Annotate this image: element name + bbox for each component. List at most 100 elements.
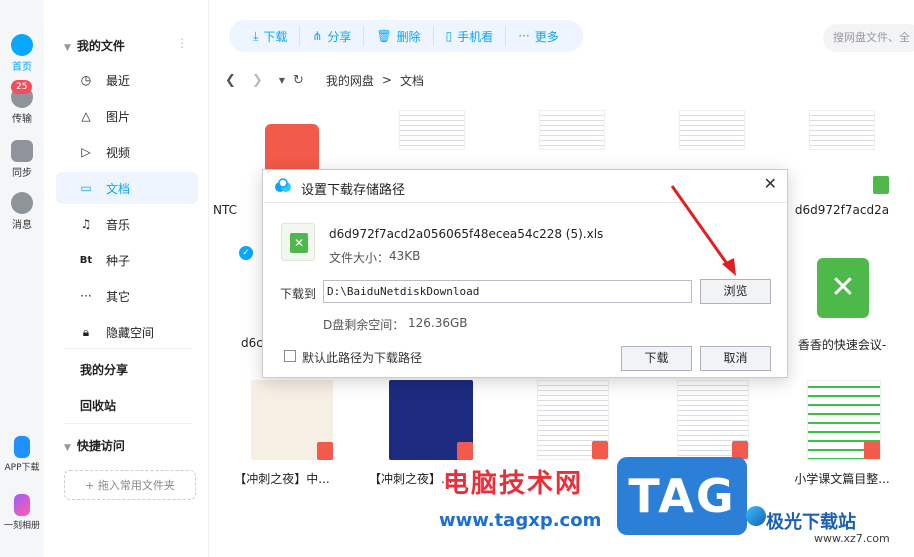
divider [64, 423, 192, 424]
breadcrumb-bar: ❮ ❯ ▼ ↻ 我的网盘 > 文档 [225, 68, 424, 92]
sidebar-item-hidden-space[interactable]: 🔒︎ 隐藏空间 [56, 316, 198, 348]
file-tile[interactable] [377, 110, 487, 160]
delete-button[interactable]: 🗑︎ 删除 [364, 26, 434, 46]
sidebar-item-other[interactable]: ··· 其它 [56, 280, 198, 312]
file-tile[interactable] [657, 110, 767, 160]
sidebar: ▼ 我的文件 ⋮ ◷ 最近 △ 图片 ▷ 视频 ▭ 文档 ♫ 音乐 Bt 种子 ··· 其它 🔒… [44, 0, 209, 557]
my-share-link[interactable]: 我的分享 [80, 361, 128, 378]
xls-file-icon: ✕ [281, 223, 315, 261]
file-tile[interactable] [517, 110, 627, 160]
divider [64, 348, 192, 349]
sidebar-item-label: 最近 [106, 73, 131, 88]
rail-item-app-download[interactable]: APP下载 [0, 436, 44, 473]
file-thumbnail [679, 110, 745, 150]
recycle-bin-link[interactable]: 回收站 [80, 397, 116, 414]
quick-access-label: 快捷访问 [76, 439, 125, 453]
cancel-button[interactable]: 取消 [700, 346, 771, 371]
quick-access-header[interactable]: ▼ 快捷访问 [64, 437, 125, 454]
baidu-netdisk-logo-icon [273, 178, 293, 197]
phone-view-button[interactable]: ▯ 手机看 [434, 26, 507, 46]
watermark-jiguang: 极光下载站 [766, 512, 856, 533]
more-label: 更多 [534, 29, 559, 44]
watermark-tag-logo: TAG [617, 457, 747, 535]
default-path-checkbox[interactable] [284, 350, 296, 362]
watermark-title: 电脑技术网 [443, 469, 584, 499]
toolbar: ⤓ 下载 ⋔ 分享 🗑︎ 删除 ▯ 手机看 ··· 更多 [229, 20, 583, 52]
rail-item-album[interactable]: 一刻相册 [0, 494, 44, 531]
pdf-badge-icon [864, 441, 880, 459]
download-path-field[interactable]: D:\BaiduNetdiskDownload [323, 280, 692, 303]
more-button[interactable]: ··· 更多 [506, 26, 570, 46]
breadcrumb-root[interactable]: 我的网盘 [326, 72, 374, 89]
file-thumbnail [537, 380, 609, 460]
my-files-label: 我的文件 [76, 39, 125, 53]
sidebar-item-label: 其它 [106, 289, 131, 304]
file-tile[interactable]: d6d972f7acd2a [787, 110, 897, 220]
history-dropdown-icon[interactable]: ▼ [279, 76, 285, 85]
clock-icon: ◷ [80, 73, 92, 87]
sidebar-item-torrent[interactable]: Bt 种子 [56, 244, 198, 276]
cloud-icon [11, 34, 33, 56]
rail-label: 消息 [12, 220, 32, 231]
sidebar-item-label: 视频 [106, 145, 131, 160]
forward-icon[interactable]: ❯ [252, 73, 263, 88]
kebab-icon[interactable]: ⋮ [176, 36, 188, 50]
phone-icon [14, 436, 30, 458]
breadcrumb-current: 文档 [399, 73, 424, 88]
sidebar-item-recent[interactable]: ◷ 最近 [56, 64, 198, 96]
sidebar-item-video[interactable]: ▷ 视频 [56, 136, 198, 168]
refresh-icon[interactable]: ↻ [293, 73, 304, 88]
rail-label: 传输 [12, 114, 32, 125]
jiguang-logo-icon [746, 506, 766, 526]
file-thumbnail [539, 110, 605, 150]
phone-icon: ▯ [445, 29, 453, 43]
file-tile[interactable]: 【冲刺之夜】中... [234, 380, 347, 490]
rail-item-message[interactable]: 消息 [0, 192, 44, 231]
file-name: 【冲刺之夜】中... [234, 472, 330, 486]
xls-icon: ✕ [817, 258, 869, 318]
sidebar-item-music[interactable]: ♫ 音乐 [56, 208, 198, 240]
caret-down-icon: ▼ [64, 443, 71, 453]
file-thumbnail [251, 380, 333, 460]
more-dots-icon: ··· [80, 289, 92, 303]
file-name: 香香的快速会议- [797, 338, 887, 352]
file-size-value: 43KB [389, 249, 421, 263]
add-common-folder[interactable]: + 拖入常用文件夹 [64, 470, 196, 500]
file-size-label: 文件大小： [329, 251, 390, 265]
my-files-header[interactable]: ▼ 我的文件 [64, 37, 125, 54]
sidebar-item-docs[interactable]: ▭ 文档 [56, 172, 198, 204]
rail-item-home[interactable]: 首页 [0, 34, 44, 73]
free-space-value: 126.36GB [408, 316, 468, 330]
close-icon[interactable]: ✕ [764, 174, 777, 193]
download-label: 下载 [263, 29, 288, 44]
file-tile[interactable]: 小学课文篇目整... [787, 380, 897, 490]
file-tile[interactable] [517, 380, 627, 470]
rail-item-sync[interactable]: 同步 [0, 140, 44, 179]
download-button[interactable]: 下载 [621, 346, 692, 371]
search-input[interactable]: 搜网盘文件、全 [823, 24, 914, 52]
download-button[interactable]: ⤓ 下载 [241, 26, 301, 46]
sidebar-item-label: 图片 [106, 109, 131, 124]
delete-label: 删除 [396, 29, 421, 44]
annotation-arrow-icon [670, 185, 736, 276]
default-path-label[interactable]: 默认此路径为下载路径 [302, 349, 422, 366]
back-icon[interactable]: ❮ [225, 73, 236, 88]
share-button[interactable]: ⋔ 分享 [300, 26, 365, 46]
file-tile[interactable]: ✕ 香香的快速会议- [787, 240, 897, 352]
sidebar-item-images[interactable]: △ 图片 [56, 100, 198, 132]
rail-label: 同步 [12, 168, 32, 179]
trash-icon: 🗑︎ [376, 29, 392, 43]
download-icon: ⤓ [253, 28, 259, 43]
caret-down-icon: ▼ [64, 43, 71, 53]
bt-icon: Bt [79, 254, 93, 266]
sidebar-item-label: 音乐 [106, 217, 131, 232]
file-name: 小学课文篇目整... [794, 472, 890, 486]
lock-icon: 🔒︎ [82, 324, 90, 339]
rail-label: APP下载 [4, 463, 40, 473]
browse-button[interactable]: 浏览 [700, 279, 771, 304]
watermark-url: www.tagxp.com [439, 510, 602, 531]
message-icon [11, 192, 33, 214]
free-space-label: D盘剩余空间： [323, 318, 405, 332]
more-dots-icon: ··· [518, 29, 530, 43]
sidebar-item-label: 文档 [106, 181, 131, 196]
